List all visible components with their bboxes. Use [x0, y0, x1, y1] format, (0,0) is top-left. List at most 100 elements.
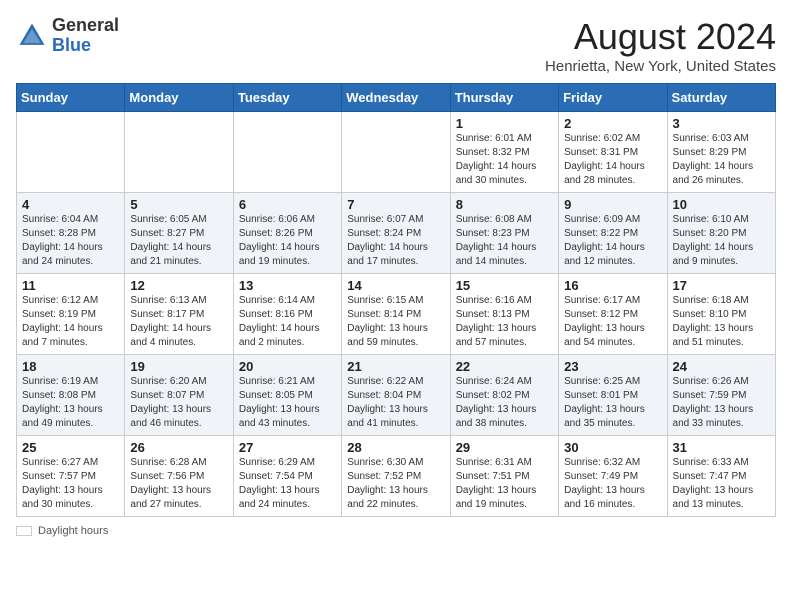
day-info: Sunrise: 6:10 AM Sunset: 8:20 PM Dayligh… — [673, 213, 770, 269]
day-number: 24 — [673, 359, 770, 374]
calendar-cell-2-3: 6Sunrise: 6:06 AM Sunset: 8:26 PM Daylig… — [233, 193, 341, 274]
day-info: Sunrise: 6:30 AM Sunset: 7:52 PM Dayligh… — [347, 456, 444, 512]
day-info: Sunrise: 6:28 AM Sunset: 7:56 PM Dayligh… — [130, 456, 227, 512]
logo: General Blue — [16, 16, 119, 56]
day-number: 26 — [130, 440, 227, 455]
day-info: Sunrise: 6:31 AM Sunset: 7:51 PM Dayligh… — [456, 456, 553, 512]
day-info: Sunrise: 6:20 AM Sunset: 8:07 PM Dayligh… — [130, 375, 227, 431]
col-header-friday: Friday — [559, 84, 667, 112]
calendar-cell-4-1: 18Sunrise: 6:19 AM Sunset: 8:08 PM Dayli… — [17, 355, 125, 436]
calendar-cell-5-6: 30Sunrise: 6:32 AM Sunset: 7:49 PM Dayli… — [559, 436, 667, 517]
day-number: 16 — [564, 278, 661, 293]
day-number: 29 — [456, 440, 553, 455]
page: General Blue August 2024 Henrietta, New … — [0, 0, 792, 549]
day-info: Sunrise: 6:27 AM Sunset: 7:57 PM Dayligh… — [22, 456, 119, 512]
day-number: 27 — [239, 440, 336, 455]
day-number: 15 — [456, 278, 553, 293]
day-number: 6 — [239, 197, 336, 212]
day-number: 4 — [22, 197, 119, 212]
calendar-cell-4-5: 22Sunrise: 6:24 AM Sunset: 8:02 PM Dayli… — [450, 355, 558, 436]
calendar-week-3: 11Sunrise: 6:12 AM Sunset: 8:19 PM Dayli… — [17, 274, 776, 355]
day-info: Sunrise: 6:09 AM Sunset: 8:22 PM Dayligh… — [564, 213, 661, 269]
day-number: 9 — [564, 197, 661, 212]
calendar-cell-5-5: 29Sunrise: 6:31 AM Sunset: 7:51 PM Dayli… — [450, 436, 558, 517]
day-number: 1 — [456, 116, 553, 131]
day-info: Sunrise: 6:21 AM Sunset: 8:05 PM Dayligh… — [239, 375, 336, 431]
logo-icon — [16, 20, 48, 52]
calendar-cell-2-2: 5Sunrise: 6:05 AM Sunset: 8:27 PM Daylig… — [125, 193, 233, 274]
calendar-cell-5-1: 25Sunrise: 6:27 AM Sunset: 7:57 PM Dayli… — [17, 436, 125, 517]
day-number: 11 — [22, 278, 119, 293]
day-info: Sunrise: 6:19 AM Sunset: 8:08 PM Dayligh… — [22, 375, 119, 431]
col-header-monday: Monday — [125, 84, 233, 112]
day-number: 2 — [564, 116, 661, 131]
calendar-cell-3-2: 12Sunrise: 6:13 AM Sunset: 8:17 PM Dayli… — [125, 274, 233, 355]
calendar-cell-4-7: 24Sunrise: 6:26 AM Sunset: 7:59 PM Dayli… — [667, 355, 775, 436]
calendar-cell-1-7: 3Sunrise: 6:03 AM Sunset: 8:29 PM Daylig… — [667, 112, 775, 193]
legend-color-swatch — [16, 526, 32, 536]
calendar-cell-5-3: 27Sunrise: 6:29 AM Sunset: 7:54 PM Dayli… — [233, 436, 341, 517]
day-number: 23 — [564, 359, 661, 374]
col-header-tuesday: Tuesday — [233, 84, 341, 112]
day-info: Sunrise: 6:13 AM Sunset: 8:17 PM Dayligh… — [130, 294, 227, 350]
day-number: 13 — [239, 278, 336, 293]
calendar-cell-1-6: 2Sunrise: 6:02 AM Sunset: 8:31 PM Daylig… — [559, 112, 667, 193]
day-info: Sunrise: 6:18 AM Sunset: 8:10 PM Dayligh… — [673, 294, 770, 350]
day-number: 19 — [130, 359, 227, 374]
calendar-cell-1-1 — [17, 112, 125, 193]
calendar-cell-2-6: 9Sunrise: 6:09 AM Sunset: 8:22 PM Daylig… — [559, 193, 667, 274]
day-number: 28 — [347, 440, 444, 455]
day-number: 17 — [673, 278, 770, 293]
calendar-cell-3-4: 14Sunrise: 6:15 AM Sunset: 8:14 PM Dayli… — [342, 274, 450, 355]
header: General Blue August 2024 Henrietta, New … — [16, 16, 776, 75]
day-info: Sunrise: 6:02 AM Sunset: 8:31 PM Dayligh… — [564, 132, 661, 188]
day-info: Sunrise: 6:24 AM Sunset: 8:02 PM Dayligh… — [456, 375, 553, 431]
calendar-week-4: 18Sunrise: 6:19 AM Sunset: 8:08 PM Dayli… — [17, 355, 776, 436]
day-number: 3 — [673, 116, 770, 131]
calendar-cell-2-1: 4Sunrise: 6:04 AM Sunset: 8:28 PM Daylig… — [17, 193, 125, 274]
calendar-cell-4-4: 21Sunrise: 6:22 AM Sunset: 8:04 PM Dayli… — [342, 355, 450, 436]
calendar-cell-5-4: 28Sunrise: 6:30 AM Sunset: 7:52 PM Dayli… — [342, 436, 450, 517]
calendar-week-2: 4Sunrise: 6:04 AM Sunset: 8:28 PM Daylig… — [17, 193, 776, 274]
day-number: 8 — [456, 197, 553, 212]
day-info: Sunrise: 6:01 AM Sunset: 8:32 PM Dayligh… — [456, 132, 553, 188]
calendar-week-1: 1Sunrise: 6:01 AM Sunset: 8:32 PM Daylig… — [17, 112, 776, 193]
logo-text: General Blue — [52, 16, 119, 56]
day-number: 7 — [347, 197, 444, 212]
col-header-wednesday: Wednesday — [342, 84, 450, 112]
day-info: Sunrise: 6:33 AM Sunset: 7:47 PM Dayligh… — [673, 456, 770, 512]
calendar-cell-1-5: 1Sunrise: 6:01 AM Sunset: 8:32 PM Daylig… — [450, 112, 558, 193]
calendar-cell-3-5: 15Sunrise: 6:16 AM Sunset: 8:13 PM Dayli… — [450, 274, 558, 355]
subtitle: Henrietta, New York, United States — [545, 58, 776, 75]
day-info: Sunrise: 6:29 AM Sunset: 7:54 PM Dayligh… — [239, 456, 336, 512]
calendar-cell-3-6: 16Sunrise: 6:17 AM Sunset: 8:12 PM Dayli… — [559, 274, 667, 355]
calendar-cell-3-3: 13Sunrise: 6:14 AM Sunset: 8:16 PM Dayli… — [233, 274, 341, 355]
calendar-cell-2-7: 10Sunrise: 6:10 AM Sunset: 8:20 PM Dayli… — [667, 193, 775, 274]
title-area: August 2024 Henrietta, New York, United … — [545, 16, 776, 75]
day-info: Sunrise: 6:25 AM Sunset: 8:01 PM Dayligh… — [564, 375, 661, 431]
day-info: Sunrise: 6:32 AM Sunset: 7:49 PM Dayligh… — [564, 456, 661, 512]
calendar-cell-1-4 — [342, 112, 450, 193]
day-number: 20 — [239, 359, 336, 374]
day-number: 30 — [564, 440, 661, 455]
day-info: Sunrise: 6:26 AM Sunset: 7:59 PM Dayligh… — [673, 375, 770, 431]
day-info: Sunrise: 6:16 AM Sunset: 8:13 PM Dayligh… — [456, 294, 553, 350]
day-number: 21 — [347, 359, 444, 374]
day-number: 22 — [456, 359, 553, 374]
day-info: Sunrise: 6:08 AM Sunset: 8:23 PM Dayligh… — [456, 213, 553, 269]
day-number: 10 — [673, 197, 770, 212]
calendar-cell-1-3 — [233, 112, 341, 193]
day-info: Sunrise: 6:03 AM Sunset: 8:29 PM Dayligh… — [673, 132, 770, 188]
col-header-sunday: Sunday — [17, 84, 125, 112]
calendar-cell-3-7: 17Sunrise: 6:18 AM Sunset: 8:10 PM Dayli… — [667, 274, 775, 355]
calendar-cell-4-6: 23Sunrise: 6:25 AM Sunset: 8:01 PM Dayli… — [559, 355, 667, 436]
legend: Daylight hours — [16, 525, 776, 537]
calendar-header-row: SundayMondayTuesdayWednesdayThursdayFrid… — [17, 84, 776, 112]
logo-blue-text: Blue — [52, 36, 119, 56]
calendar-week-5: 25Sunrise: 6:27 AM Sunset: 7:57 PM Dayli… — [17, 436, 776, 517]
day-info: Sunrise: 6:12 AM Sunset: 8:19 PM Dayligh… — [22, 294, 119, 350]
main-title: August 2024 — [545, 16, 776, 58]
calendar-cell-3-1: 11Sunrise: 6:12 AM Sunset: 8:19 PM Dayli… — [17, 274, 125, 355]
col-header-thursday: Thursday — [450, 84, 558, 112]
col-header-saturday: Saturday — [667, 84, 775, 112]
